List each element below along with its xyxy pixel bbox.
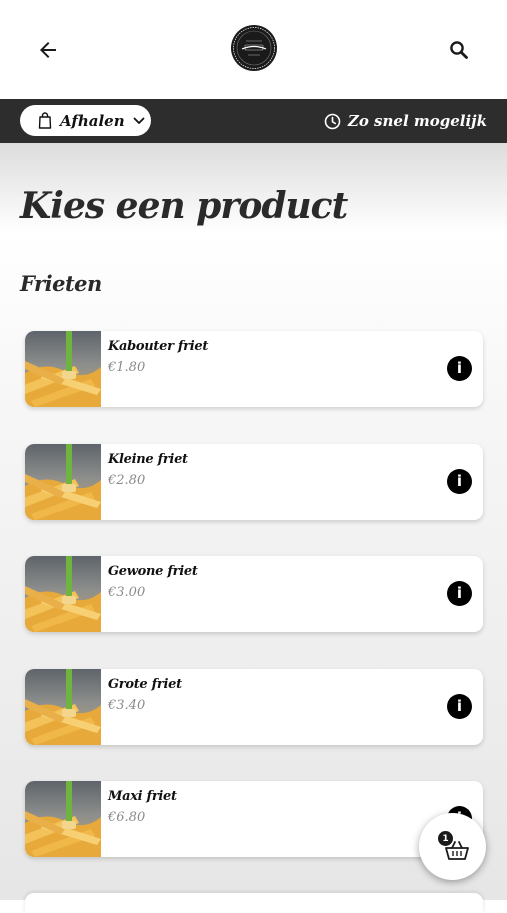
product-card[interactable]: Maxi friet€6.80i [25, 781, 483, 857]
product-card[interactable]: Kabouter friet €1.80 i [25, 331, 483, 407]
page-title: Kies een product [20, 185, 348, 227]
pickup-time-label: Zo snel mogelijk [347, 112, 487, 130]
top-app-bar [0, 0, 507, 99]
info-icon: i [456, 697, 463, 715]
product-card-partial[interactable] [25, 893, 483, 913]
category-title: Frieten [20, 271, 102, 296]
pickup-time-selector[interactable]: Zo snel mogelijk [324, 108, 487, 134]
restaurant-logo [231, 25, 277, 71]
product-name: Gewone friet [108, 564, 198, 579]
product-image [25, 331, 101, 407]
clock-icon [324, 113, 341, 129]
cart-count-badge: 1 [438, 831, 453, 846]
product-price: €3.40 [108, 698, 146, 713]
search-icon [450, 41, 468, 59]
info-icon: i [456, 472, 463, 490]
order-mode-selector[interactable]: Afhalen [20, 105, 151, 136]
product-name: Maxi friet [108, 789, 177, 804]
shopping-bag-icon [38, 112, 52, 129]
product-image [25, 444, 101, 520]
info-button[interactable]: i [447, 694, 472, 719]
product-card[interactable]: Kleine friet €2.80 i [25, 444, 483, 520]
arrow-left-icon [40, 42, 56, 58]
product-image [25, 781, 101, 857]
product-price: €3.00 [108, 585, 146, 600]
info-button[interactable]: i [447, 356, 472, 381]
product-card[interactable]: Grote friet €3.40 i [25, 669, 483, 745]
search-button[interactable] [439, 30, 479, 70]
product-price: €6.80 [108, 810, 146, 825]
info-icon: i [456, 584, 463, 602]
product-list-page: Kies een product Frieten Kabouter friet €… [0, 143, 507, 913]
order-mode-label: Afhalen [60, 111, 125, 130]
product-price: €1.80 [108, 360, 146, 375]
info-icon: i [456, 359, 463, 377]
product-name: Kleine friet [108, 452, 188, 467]
order-options-bar: Afhalen Zo snel mogelijk [0, 99, 507, 143]
back-button[interactable] [28, 30, 68, 70]
product-card[interactable]: Gewone friet €3.00 i [25, 556, 483, 632]
product-image [25, 556, 101, 632]
cart-button[interactable]: 1 [419, 813, 486, 880]
product-image [25, 669, 101, 745]
product-name: Grote friet [108, 677, 182, 692]
info-button[interactable]: i [447, 469, 472, 494]
chevron-down-icon [133, 117, 145, 124]
info-button[interactable]: i [447, 581, 472, 606]
product-name: Kabouter friet [108, 339, 209, 354]
product-price: €2.80 [108, 473, 146, 488]
